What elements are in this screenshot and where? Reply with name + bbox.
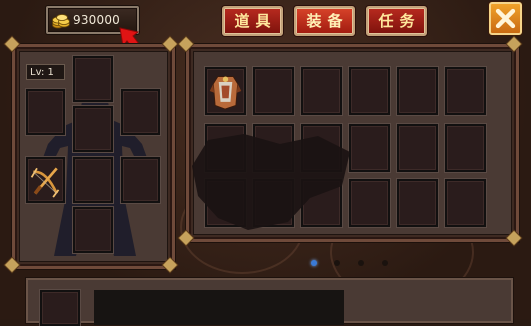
bottom-item-slot[interactable] [40, 290, 80, 326]
bottom-description-area [94, 290, 344, 325]
equip-slot-weapon[interactable] [26, 157, 65, 203]
inventory-slot[interactable] [445, 124, 486, 172]
inventory-slot[interactable] [397, 179, 438, 227]
close-button[interactable] [489, 2, 522, 35]
inventory-slot[interactable] [445, 179, 486, 227]
gold-amount: 930000 [73, 13, 121, 27]
inventory-slot[interactable] [445, 67, 486, 115]
level-label: Lv: 1 [26, 64, 65, 80]
inventory-slot[interactable] [301, 67, 342, 115]
tab-quests[interactable]: 任务 [366, 6, 427, 36]
inventory-slot[interactable] [349, 179, 390, 227]
equip-slot-helmet[interactable] [73, 56, 113, 102]
inventory-slot[interactable] [397, 67, 438, 115]
equip-slot-right-upper[interactable] [121, 89, 160, 135]
armor-icon [209, 76, 242, 110]
gold-coins-icon [52, 14, 70, 29]
page-dot-4[interactable] [382, 260, 388, 266]
close-icon [495, 8, 516, 29]
page-dot-1[interactable] [311, 260, 317, 266]
inventory-slot[interactable] [349, 67, 390, 115]
inventory-slot[interactable] [397, 124, 438, 172]
equip-slot-boots[interactable] [73, 207, 113, 253]
equip-slot-belt[interactable] [73, 157, 113, 203]
bottom-detail-panel [26, 278, 513, 326]
page-dot-2[interactable] [334, 260, 340, 266]
inventory-slot[interactable] [205, 67, 246, 115]
equip-slot-right-lower[interactable] [121, 157, 160, 203]
inventory-slot[interactable] [349, 124, 390, 172]
dark-overlay-shape [192, 134, 350, 230]
inventory-slot[interactable] [253, 67, 294, 115]
equip-slot-armor[interactable] [73, 106, 113, 152]
tab-items[interactable]: 道具 [222, 6, 283, 36]
crossbow-icon [30, 167, 60, 198]
tab-equipment[interactable]: 装备 [294, 6, 355, 36]
equip-slot-left-upper[interactable] [26, 89, 65, 135]
page-dot-3[interactable] [358, 260, 364, 266]
